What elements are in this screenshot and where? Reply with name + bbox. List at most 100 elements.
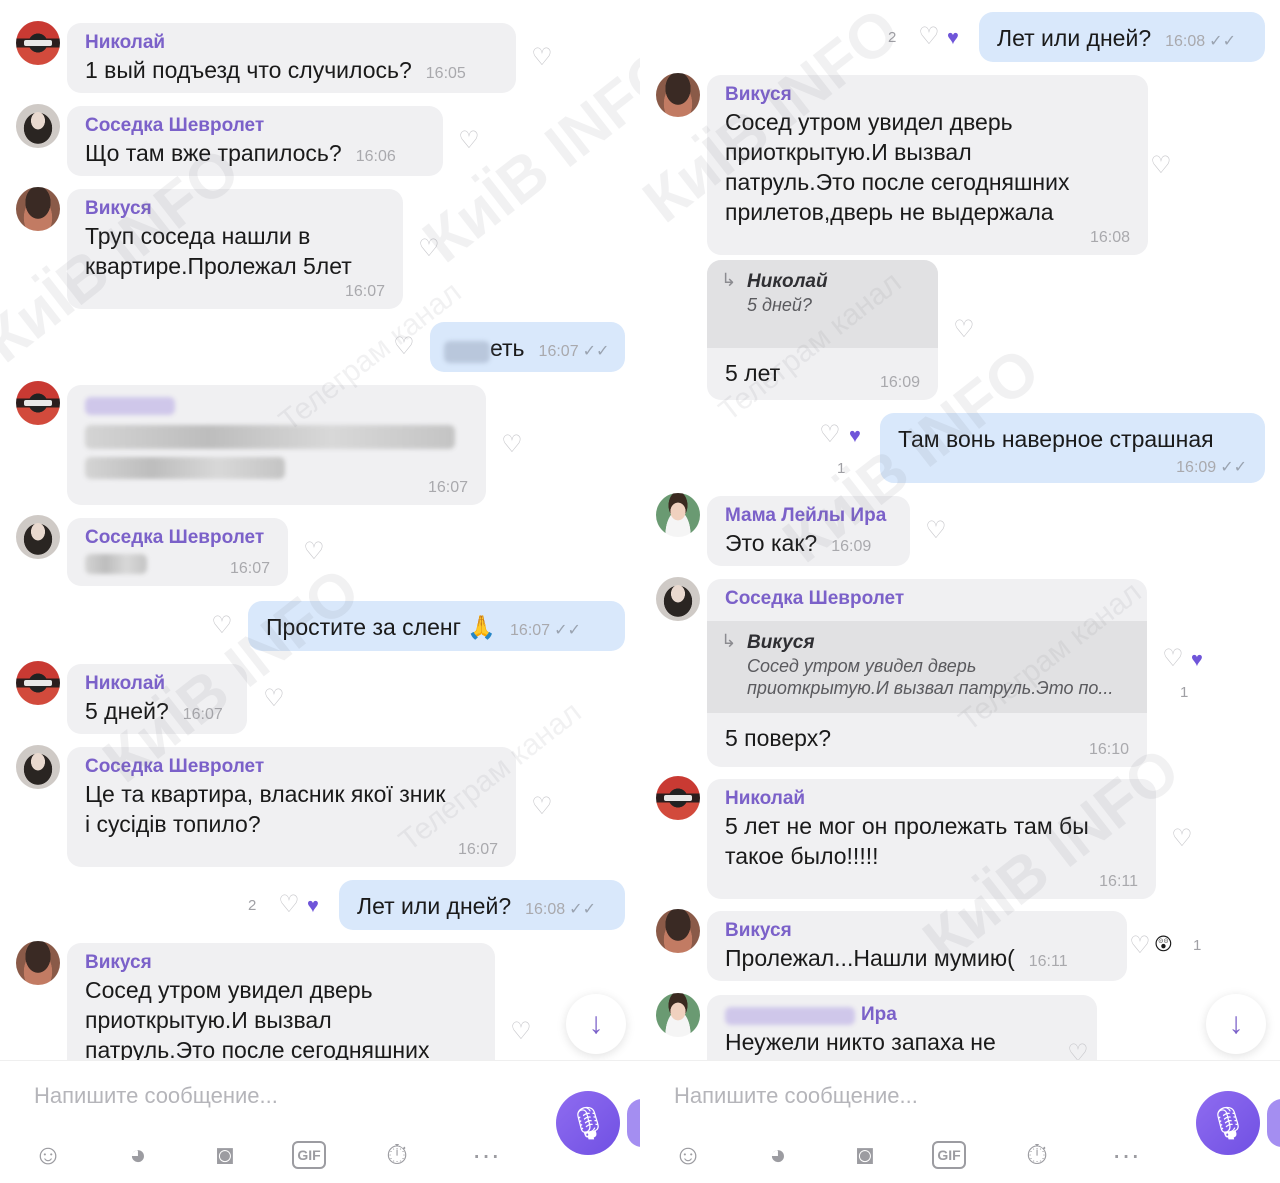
message-bubble[interactable]: Николай 5 лет не мог он пролежать там бы…: [707, 779, 1156, 899]
avatar-sosedka[interactable]: [656, 577, 700, 621]
message-bubble[interactable]: Викуся Сосед утром увидел дверь приоткры…: [67, 943, 495, 1060]
outgoing-message-bubble[interactable]: Простите за сленг 🙏 16:07 ✓✓: [248, 601, 625, 651]
filled-heart-icon: ♥: [947, 27, 959, 49]
sender-name[interactable]: Викуся: [85, 951, 477, 975]
timer-icon[interactable]: ⏱: [1017, 1135, 1057, 1175]
more-icon[interactable]: ···: [1106, 1135, 1146, 1175]
sender-name[interactable]: Николай: [85, 672, 229, 696]
like-heart-icon[interactable]: ♡: [1064, 1040, 1092, 1060]
microphone-icon[interactable]: 🎙: [556, 1091, 620, 1155]
microphone-button-edge: [1267, 1099, 1280, 1147]
message-text-line: Сосед утром увидел дверь: [725, 109, 1013, 135]
message-bubble[interactable]: Ира Неужели никто запаха не: [707, 995, 1097, 1060]
like-heart-icon[interactable]: ♡: [390, 333, 418, 361]
like-heart-icon[interactable]: ♡: [260, 685, 288, 713]
avatar-vikusya[interactable]: [16, 187, 60, 231]
message-bubble[interactable]: Николай 1 вый подъезд что случилось? 16:0…: [67, 23, 516, 93]
avatar-vikusya[interactable]: [656, 73, 700, 117]
avatar-sosedka[interactable]: [16, 745, 60, 789]
gif-icon[interactable]: GIF: [932, 1141, 966, 1169]
sender-name[interactable]: Соседка Шевролет: [725, 587, 1129, 611]
message-input[interactable]: [34, 1081, 514, 1111]
like-heart-icon[interactable]: ♡: [922, 517, 950, 545]
camera-icon[interactable]: ◙: [845, 1135, 885, 1175]
reply-text: 5 дней?: [747, 295, 812, 315]
emoji-icon[interactable]: ◕: [758, 1135, 798, 1175]
sticker-icon[interactable]: ☺: [28, 1135, 68, 1175]
reaction-emoji: 😲: [1154, 934, 1173, 954]
like-heart-icon[interactable]: ♡: [528, 44, 556, 72]
avatar-nikolai[interactable]: [16, 381, 60, 425]
like-heart-icon[interactable]: ♡: [950, 316, 978, 344]
like-heart-icon[interactable]: ♡: [300, 538, 328, 566]
like-heart-icon[interactable]: ♡: [528, 793, 556, 821]
scroll-down-arrow-down-icon[interactable]: ↓: [1206, 994, 1266, 1054]
sender-name[interactable]: Соседка Шевролет: [85, 755, 498, 779]
message-list[interactable]: 2 ♡ ♥ Лет или дней? 16:08 ✓✓ Викуся Сосед …: [640, 0, 1280, 1060]
message-bubble[interactable]: Мама Лейлы Ира Это как? 16:09: [707, 496, 910, 566]
like-heart-icon[interactable]: ♡: [1159, 645, 1187, 673]
sticker-icon[interactable]: ☺: [668, 1135, 708, 1175]
avatar-nikolai[interactable]: [16, 21, 60, 65]
sender-name[interactable]: Викуся: [725, 83, 1130, 107]
microphone-icon[interactable]: 🎙: [1196, 1091, 1260, 1155]
sender-name[interactable]: Николай: [725, 787, 1138, 811]
message-list[interactable]: Николай 1 вый подъезд что случилось? 16:0…: [0, 0, 640, 1060]
message-bubble[interactable]: Соседка Шевролет Що там вже трапилось? 16…: [67, 106, 443, 176]
like-heart-icon[interactable]: ♡: [1147, 152, 1175, 180]
like-heart-icon[interactable]: ♡: [208, 612, 236, 640]
quoted-reply[interactable]: ↳ Викуся Сосед утром увидел дверь приотк…: [707, 621, 1147, 713]
like-heart-icon[interactable]: ♡: [816, 421, 844, 449]
avatar-vikusya[interactable]: [16, 941, 60, 985]
like-heart-icon[interactable]: ♡: [415, 235, 443, 263]
outgoing-message-bubble[interactable]: Лет или дней? 16:08 ✓✓: [979, 12, 1265, 62]
message-bubble[interactable]: ↳ Николай 5 дней? 5 лет 16:09: [707, 260, 938, 400]
avatar-nikolai[interactable]: [16, 661, 60, 705]
more-icon[interactable]: ···: [466, 1135, 506, 1175]
like-heart-icon[interactable]: ♡: [1168, 825, 1196, 853]
outgoing-message-bubble[interactable]: еть 16:07 ✓✓: [430, 322, 625, 372]
sender-name[interactable]: Викуся: [85, 197, 385, 221]
like-heart-icon[interactable]: ♡: [498, 431, 526, 459]
sender-name[interactable]: Мама Лейлы Ира: [725, 504, 892, 528]
message-bubble[interactable]: Соседка Шевролет 16:07: [67, 518, 288, 586]
reply-sender: Николай: [747, 271, 828, 292]
sender-name[interactable]: Соседка Шевролет: [85, 114, 425, 138]
scroll-down-arrow-down-icon[interactable]: ↓: [566, 994, 626, 1054]
message-bubble[interactable]: Викуся Труп соседа нашли в квартире.Прол…: [67, 189, 403, 309]
message-bubble[interactable]: Николай 5 дней? 16:07: [67, 664, 247, 734]
message-bubble[interactable]: 16:07: [67, 385, 486, 505]
message-time: 16:08: [1089, 229, 1130, 246]
microphone-button-edge: [627, 1099, 640, 1147]
timer-icon[interactable]: ⏱: [377, 1135, 417, 1175]
message-text-line: і сусідів топило?: [85, 811, 261, 837]
like-heart-icon[interactable]: ♡: [507, 1018, 535, 1046]
sender-name[interactable]: Соседка Шевролет: [85, 526, 270, 550]
camera-icon[interactable]: ◙: [205, 1135, 245, 1175]
avatar-mama-leily-ira[interactable]: [656, 493, 700, 537]
outgoing-message-bubble[interactable]: Там вонь наверное страшная 16:09 ✓✓: [880, 413, 1265, 483]
message-time: 16:05: [425, 65, 466, 82]
avatar-sosedka[interactable]: [16, 104, 60, 148]
avatar-nikolai[interactable]: [656, 776, 700, 820]
avatar-sosedka[interactable]: [16, 515, 60, 559]
message-input[interactable]: [674, 1081, 1154, 1111]
emoji-icon[interactable]: ◕: [118, 1135, 158, 1175]
message-bubble[interactable]: Соседка Шевролет Це та квартира, власник…: [67, 747, 516, 867]
message-bubble[interactable]: Викуся Пролежал...Нашли мумию(16:11: [707, 911, 1127, 981]
quoted-reply[interactable]: ↳ Николай 5 дней?: [707, 260, 938, 348]
read-ticks-icon: ✓✓: [569, 901, 596, 918]
like-heart-icon[interactable]: ♡: [1126, 932, 1154, 960]
avatar-vikusya[interactable]: [656, 909, 700, 953]
like-heart-icon[interactable]: ♡: [915, 23, 943, 51]
sender-name[interactable]: Викуся: [725, 919, 1109, 943]
message-bubble[interactable]: Соседка Шевролет ↳ Викуся Сосед утром ув…: [707, 579, 1147, 767]
like-heart-icon[interactable]: ♡: [455, 127, 483, 155]
like-heart-icon[interactable]: ♡: [275, 891, 303, 919]
outgoing-message-bubble[interactable]: Лет или дней? 16:08 ✓✓: [339, 880, 625, 930]
sender-name[interactable]: Ира: [861, 1004, 897, 1025]
message-bubble[interactable]: Викуся Сосед утром увидел дверь приоткры…: [707, 75, 1148, 255]
gif-icon[interactable]: GIF: [292, 1141, 326, 1169]
avatar-mama-leily-ira[interactable]: [656, 993, 700, 1037]
sender-name[interactable]: Николай: [85, 31, 498, 55]
